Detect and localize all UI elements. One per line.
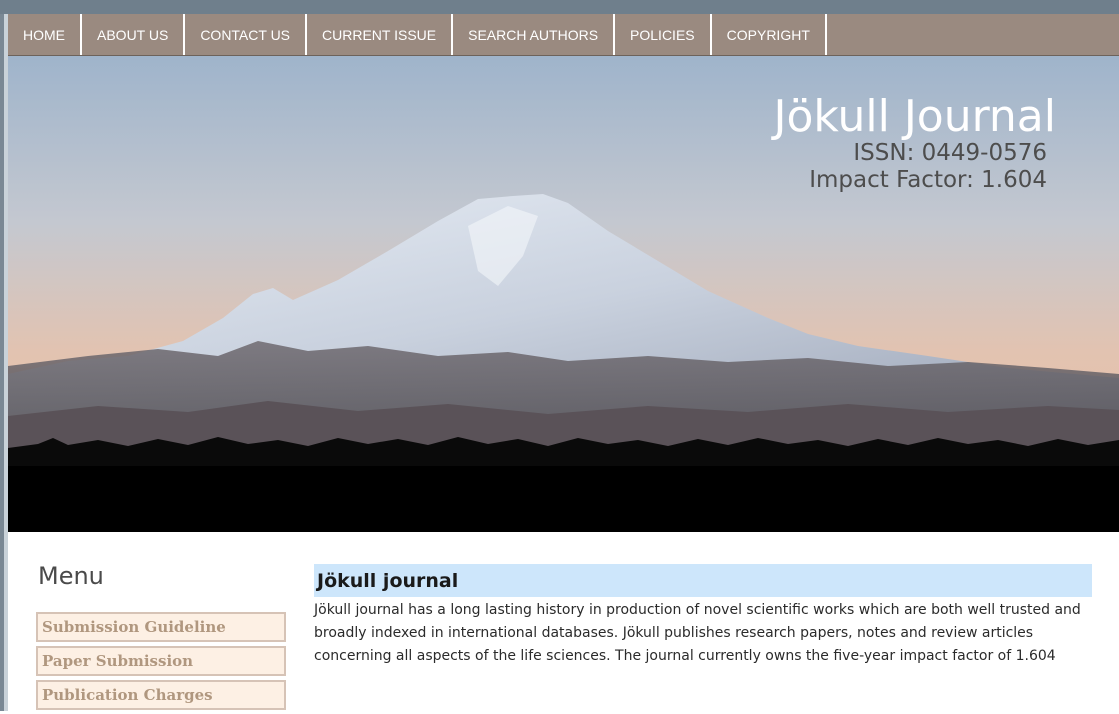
section-title: Jökull journal	[314, 564, 1092, 597]
menu-heading: Menu	[38, 562, 104, 590]
nav-contact-us-link[interactable]: CONTACT US	[185, 14, 308, 55]
nav-copyright-link[interactable]: COPYRIGHT	[712, 14, 827, 55]
nav-search-authors-link[interactable]: SEARCH AUTHORS	[453, 14, 616, 55]
nav-about-us-link[interactable]: ABOUT US	[82, 14, 186, 55]
nav-current-issue-link[interactable]: CURRENT ISSUE	[307, 14, 454, 55]
menu-item-publication-charges[interactable]: Publication Charges	[36, 680, 286, 710]
top-navigation: HOME ABOUT US CONTACT US CURRENT ISSUE S…	[8, 14, 1119, 56]
menu-item-paper-submission[interactable]: Paper Submission	[36, 646, 286, 676]
nav-home-link[interactable]: HOME	[8, 14, 82, 55]
nav-policies-link[interactable]: POLICIES	[615, 14, 712, 55]
menu-item-submission-guideline[interactable]: Submission Guideline	[36, 612, 286, 642]
main-content: Jökull journal Jökull journal has a long…	[314, 564, 1092, 682]
issn-text: ISSN: 0449-0576	[853, 140, 1047, 167]
section-body-text: Jökull journal has a long lasting histor…	[314, 602, 1081, 664]
side-menu: Submission Guideline Paper Submission Pu…	[36, 612, 286, 714]
impact-factor-text: Impact Factor: 1.604	[809, 166, 1047, 193]
journal-title: Jökull Journal	[773, 91, 1056, 142]
banner-text: Jökull Journal ISSN: 0449-0576 Impact Fa…	[773, 91, 1059, 193]
window-frame-top	[0, 0, 1119, 14]
header-banner: Jökull Journal ISSN: 0449-0576 Impact Fa…	[8, 56, 1119, 532]
